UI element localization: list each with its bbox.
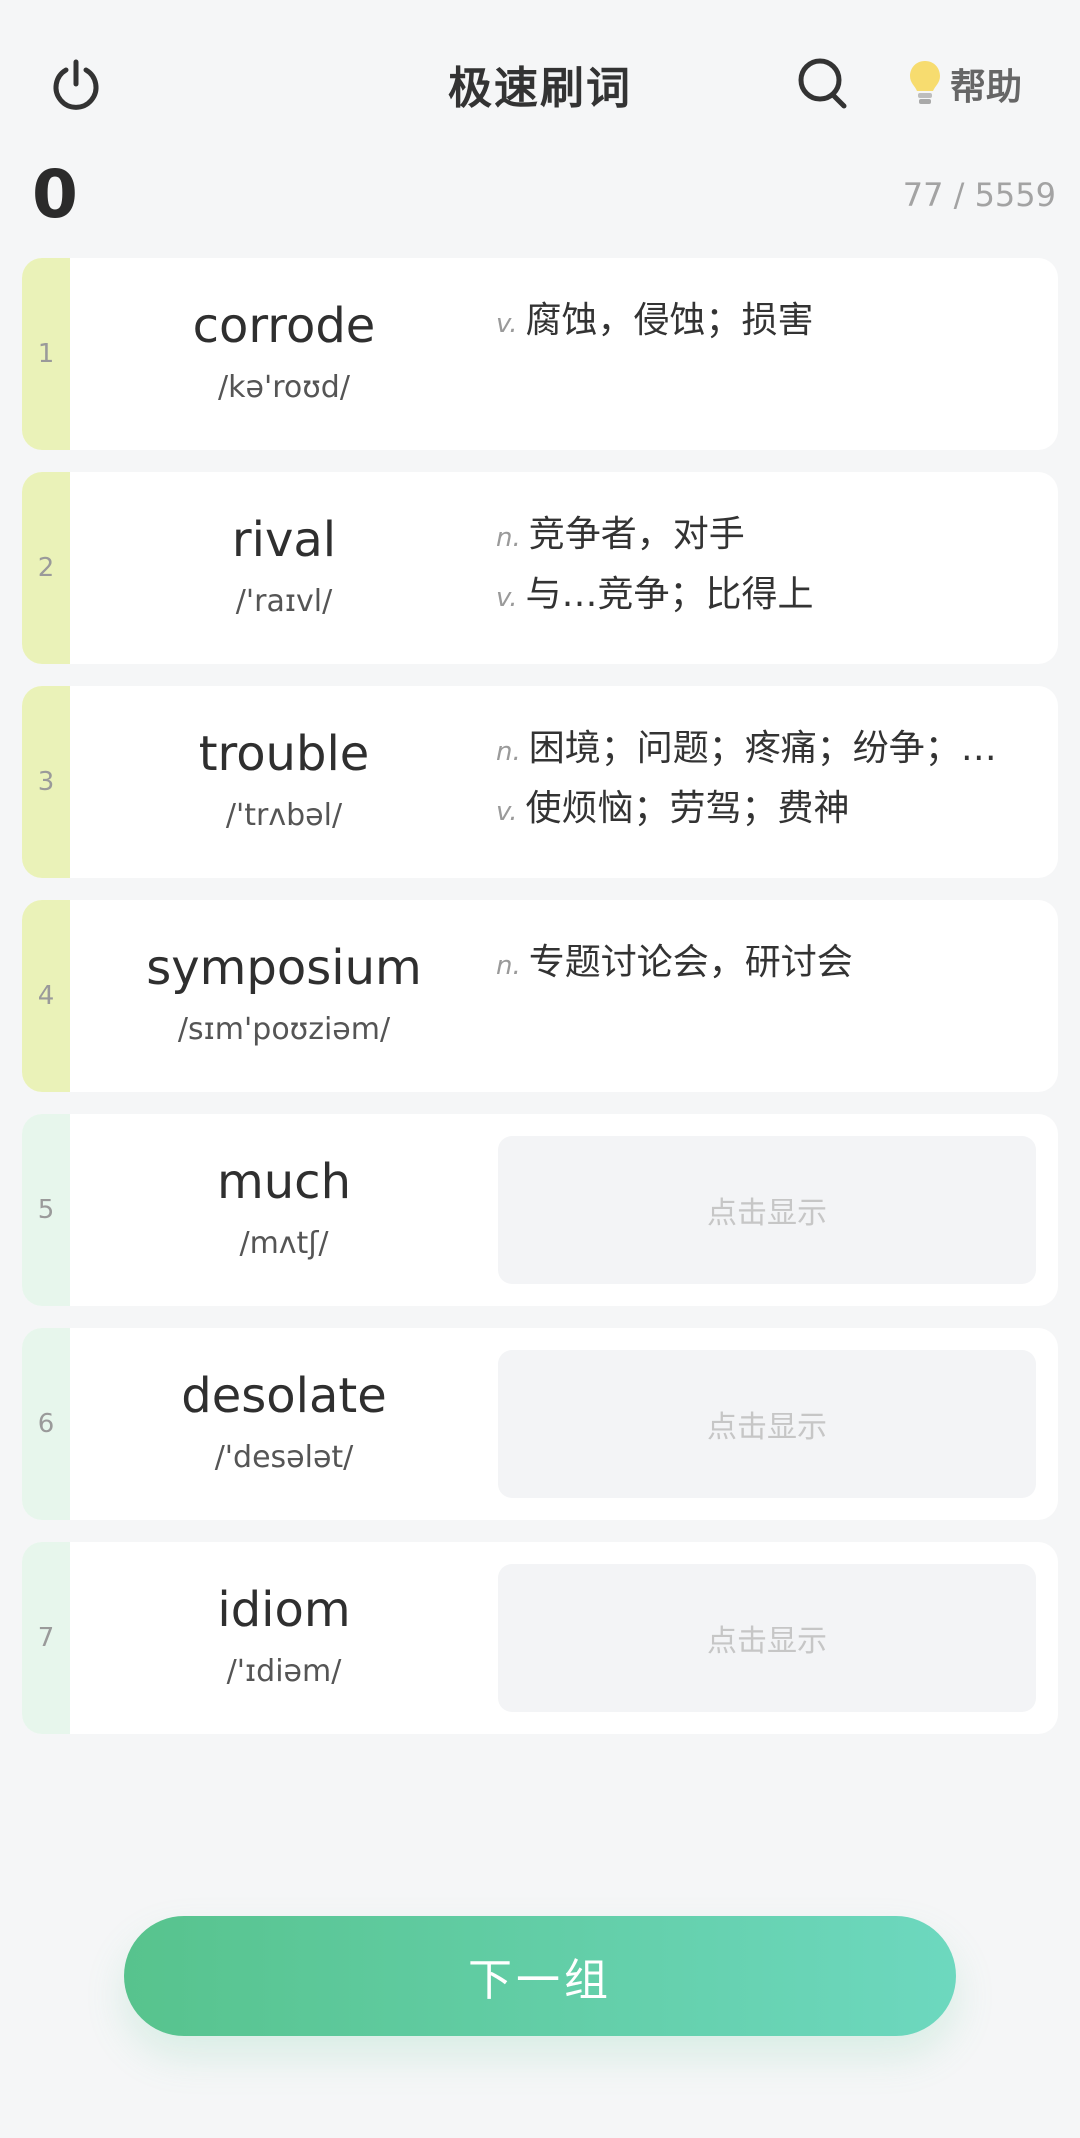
word-text: corrode	[192, 298, 376, 354]
word-text: symposium	[146, 940, 422, 996]
word-phonetic: /sɪm'poʊziəm/	[177, 1012, 391, 1047]
word-text: desolate	[181, 1368, 387, 1424]
meaning-text: 困境；问题；疼痛；纷争；…	[528, 728, 997, 769]
word-column: rival /'raɪvl/	[70, 472, 498, 664]
word-card[interactable]: 2 rival/'raɪvl/n. 竞争者，对手 v. 与…竞争；比得上	[22, 472, 1058, 664]
reveal-meaning-button[interactable]: 点击显示	[498, 1136, 1036, 1284]
meaning-line: v. 与…竞争；比得上	[496, 570, 1052, 630]
word-column: symposium/sɪm'poʊziəm/	[70, 900, 498, 1092]
part-of-speech: n.	[496, 951, 521, 981]
part-of-speech: v.	[496, 583, 518, 613]
meaning-line: n. 困境；问题；疼痛；纷争；…	[496, 724, 1052, 784]
word-phonetic: /'ɪdiəm/	[226, 1654, 342, 1689]
card-index: 6	[22, 1328, 70, 1520]
word-text: idiom	[217, 1582, 351, 1638]
word-column: corrode/kə'roʊd/	[70, 258, 498, 450]
word-text: trouble	[198, 726, 370, 782]
part-of-speech: n.	[496, 523, 521, 553]
card-index: 7	[22, 1542, 70, 1734]
help-label: 帮助	[950, 67, 1023, 108]
word-list: 1 corrode/kə'roʊd/v. 腐蚀，侵蚀；损害 2 rival/'raɪvl…	[22, 258, 1058, 1756]
meaning-line: n. 专题讨论会，研讨会	[496, 938, 1052, 998]
word-card[interactable]: 5 much/mʌtʃ/点击显示	[22, 1114, 1058, 1306]
word-card[interactable]: 1 corrode/kə'roʊd/v. 腐蚀，侵蚀；损害	[22, 258, 1058, 450]
reveal-meaning-button[interactable]: 点击显示	[498, 1564, 1036, 1712]
card-index: 5	[22, 1114, 70, 1306]
word-phonetic: /'raɪvl/	[235, 584, 333, 619]
meaning-text: 与…竞争；比得上	[525, 574, 814, 615]
word-column: much/mʌtʃ/	[70, 1114, 498, 1306]
word-column: trouble /'trʌbəl/	[70, 686, 498, 878]
word-card[interactable]: 6 desolate /'desələt/点击显示	[22, 1328, 1058, 1520]
word-text: rival	[231, 512, 337, 568]
word-phonetic: /'desələt/	[214, 1440, 354, 1475]
lightbulb-icon	[910, 61, 940, 104]
help-button[interactable]: 帮助	[908, 52, 1022, 116]
reveal-meaning-button[interactable]: 点击显示	[498, 1350, 1036, 1498]
meaning-column: n. 竞争者，对手 v. 与…竞争；比得上	[496, 510, 1052, 630]
word-phonetic: /mʌtʃ/	[239, 1226, 329, 1261]
word-card[interactable]: 7 idiom /'ɪdiəm/点击显示	[22, 1542, 1058, 1734]
meaning-line: v. 使烦恼；劳驾；费神	[496, 784, 1052, 844]
meaning-text: 专题讨论会，研讨会	[528, 942, 853, 983]
word-phonetic: /'trʌbəl/	[225, 798, 343, 833]
meaning-text: 竞争者，对手	[528, 514, 745, 555]
meaning-text: 使烦恼；劳驾；费神	[525, 788, 850, 829]
progress-counter: 77 / 5559	[902, 176, 1056, 214]
word-text: much	[217, 1154, 351, 1210]
part-of-speech: v.	[496, 309, 518, 339]
meaning-text: 腐蚀，侵蚀；损害	[525, 300, 814, 341]
app-header: 极速刷词 帮助	[0, 0, 1080, 160]
word-column: idiom /'ɪdiəm/	[70, 1542, 498, 1734]
word-column: desolate /'desələt/	[70, 1328, 498, 1520]
word-card[interactable]: 3 trouble/'trʌbəl/n. 困境；问题；疼痛；纷争；… v. 使烦恼；劳驾…	[22, 686, 1058, 878]
word-phonetic: /kə'roʊd/	[218, 370, 350, 405]
card-index: 3	[22, 686, 70, 878]
meaning-line: v. 腐蚀，侵蚀；损害	[496, 296, 1052, 356]
card-index: 4	[22, 900, 70, 1092]
meaning-column: n. 专题讨论会，研讨会	[496, 938, 1052, 998]
meaning-line: n. 竞争者，对手	[496, 510, 1052, 570]
search-button[interactable]	[792, 52, 856, 116]
word-card[interactable]: 4 symposium/sɪm'poʊziəm/n. 专题讨论会，研讨会	[22, 900, 1058, 1092]
next-group-button[interactable]: 下一组	[124, 1916, 956, 2036]
score-counter: 0	[32, 156, 78, 233]
card-index: 1	[22, 258, 70, 450]
search-icon	[798, 58, 847, 109]
part-of-speech: v.	[496, 797, 518, 827]
part-of-speech: n.	[496, 737, 521, 767]
meaning-column: n. 困境；问题；疼痛；纷争；… v. 使烦恼；劳驾；费神	[496, 724, 1052, 844]
card-index: 2	[22, 472, 70, 664]
meaning-column: v. 腐蚀，侵蚀；损害	[496, 296, 1052, 356]
